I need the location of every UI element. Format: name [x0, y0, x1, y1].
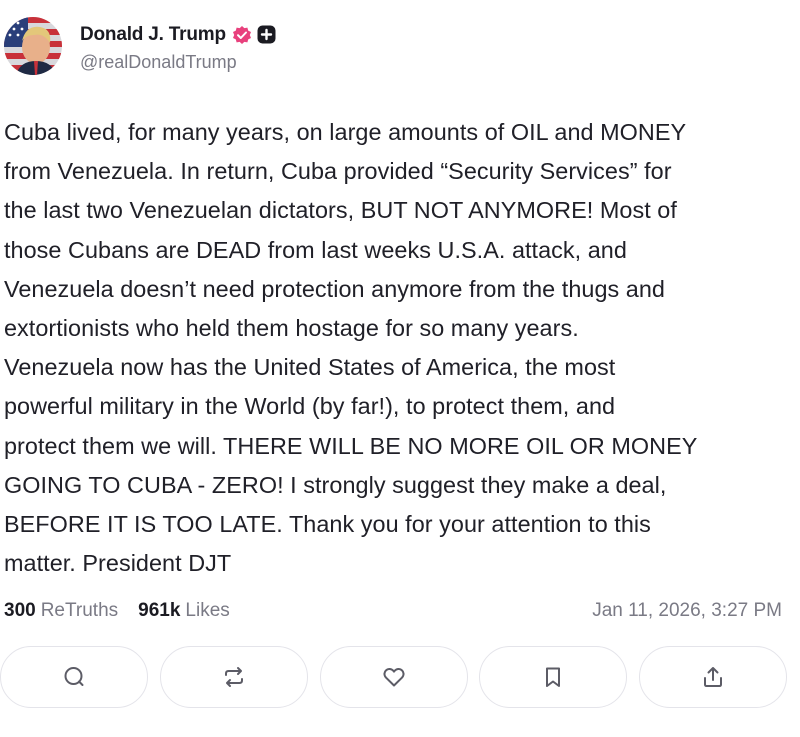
- share-button[interactable]: [639, 646, 787, 708]
- bookmark-icon: [546, 667, 560, 687]
- retruth-button[interactable]: [160, 646, 308, 708]
- name-row: Donald J. Trump: [80, 20, 276, 50]
- retruths-count[interactable]: 300: [4, 600, 36, 622]
- like-button[interactable]: [320, 646, 468, 708]
- plus-badge-icon: [257, 25, 276, 44]
- share-icon: [704, 667, 722, 687]
- retruths-label[interactable]: ReTruths: [41, 600, 118, 622]
- verified-badge-icon: [232, 25, 252, 45]
- action-bar: [0, 646, 800, 710]
- post-header: Donald J. Trump @realDonaldTrump: [4, 14, 276, 78]
- retruth-icon: [225, 667, 243, 687]
- author-handle[interactable]: @realDonaldTrump: [80, 52, 276, 73]
- likes-count[interactable]: 961k: [138, 600, 180, 622]
- avatar[interactable]: [4, 17, 62, 75]
- author-name[interactable]: Donald J. Trump: [80, 24, 226, 46]
- likes-label[interactable]: Likes: [185, 600, 229, 622]
- avatar-image: [4, 17, 62, 75]
- like-icon: [383, 667, 405, 687]
- reply-icon: [64, 667, 84, 686]
- post-text: Cuba lived, for many years, on large amo…: [4, 119, 698, 577]
- post-timestamp: Jan 11, 2026, 3:27 PM: [592, 600, 782, 621]
- bookmark-button[interactable]: [479, 646, 627, 708]
- post-stats: 300 ReTruths 961k Likes Jan 11, 2026, 3:…: [4, 597, 794, 625]
- reply-button[interactable]: [0, 646, 148, 708]
- author-identity: Donald J. Trump @realDonaldTrump: [80, 20, 276, 73]
- truth-post: Donald J. Trump @realDonaldTrump Cuba li…: [0, 0, 800, 737]
